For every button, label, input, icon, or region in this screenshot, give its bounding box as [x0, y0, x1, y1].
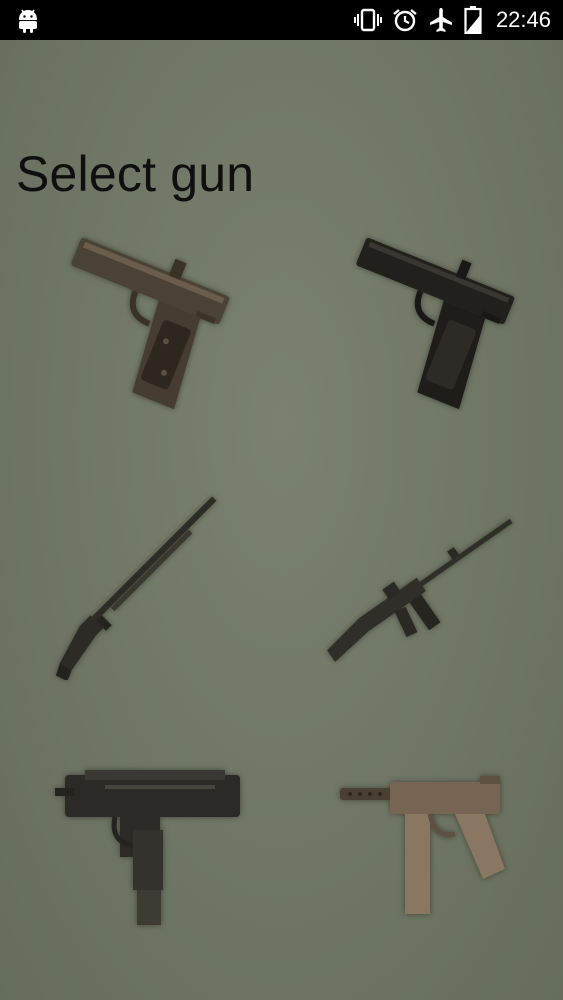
gun-option-6[interactable]	[330, 740, 530, 940]
status-bar: 22:46	[0, 0, 563, 40]
pistol-1911-black-icon	[356, 238, 515, 410]
gun-option-1[interactable]	[40, 220, 240, 420]
gun-select-screen: Select gun	[0, 40, 563, 1000]
shotgun-icon	[55, 496, 217, 680]
assault-rifle-icon	[327, 518, 513, 662]
tec9-icon	[340, 776, 505, 914]
airplane-mode-icon	[429, 8, 452, 32]
android-icon	[19, 9, 37, 33]
gun-option-3[interactable]	[40, 480, 240, 680]
gun-option-4[interactable]	[320, 500, 520, 700]
gun-option-2[interactable]	[325, 220, 525, 420]
pistol-1911-tan-icon	[71, 238, 230, 410]
vibrate-icon	[353, 8, 382, 32]
status-clock: 22:46	[495, 7, 551, 32]
alarm-icon	[393, 9, 417, 32]
page-title: Select gun	[16, 146, 255, 202]
gun-option-5[interactable]	[45, 740, 245, 940]
uzi-icon	[55, 770, 240, 925]
battery-icon	[464, 6, 482, 34]
